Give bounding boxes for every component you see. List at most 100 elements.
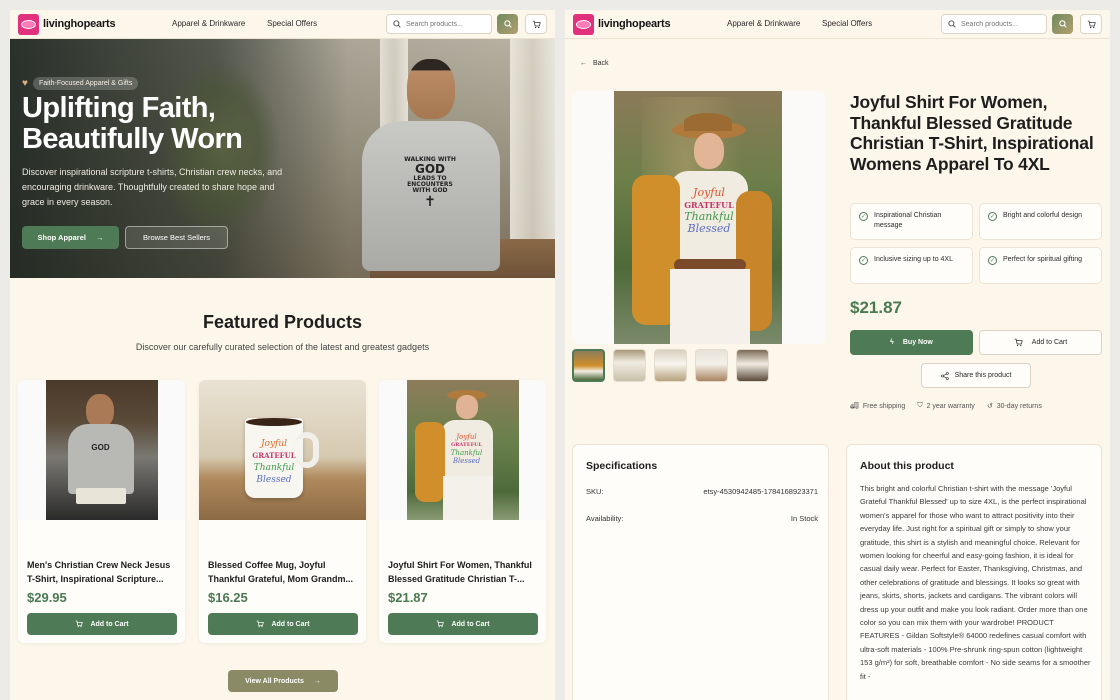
search-input[interactable] [961, 20, 1045, 28]
arrow-right-icon: → [95, 233, 104, 242]
product-title: Joyful Shirt For Women, Thankful Blessed… [850, 92, 1094, 174]
nav-link-apparel[interactable]: Apparel & Drinkware [172, 19, 245, 28]
back-label: Back [593, 60, 609, 67]
product-card[interactable]: Joyful GRATEFUL Thankful Blessed Blessed… [199, 380, 366, 643]
hero-badge-label: Faith-Focused Apparel & Gifts [32, 77, 139, 90]
arrow-right-icon: → [313, 677, 321, 685]
feature-label: Inspirational Christian message [874, 212, 942, 229]
nav-link-apparel[interactable]: Apparel & Drinkware [727, 19, 800, 28]
cart-icon [532, 20, 541, 28]
product-card[interactable]: GOD Men's Christian Crew Neck Jesus T-Sh… [18, 380, 185, 643]
product-photo: Joyful GRATEFUL Thankful Blessed [406, 380, 519, 520]
search-input[interactable] [406, 20, 490, 28]
product-price: $21.87 [388, 590, 428, 605]
cart-icon [257, 620, 265, 628]
thumbnail[interactable] [695, 349, 728, 382]
check-circle-icon: ✓ [988, 212, 997, 221]
free-shipping-badge: 🚚︎ Free shipping [850, 402, 905, 411]
cart-button[interactable] [525, 14, 547, 34]
cart-icon [1087, 20, 1096, 28]
search-box[interactable] [386, 14, 492, 34]
truck-icon: 🚚︎ [850, 403, 859, 410]
product-photo: Joyful GRATEFUL Thankful Blessed [199, 380, 366, 520]
cart-icon [437, 620, 445, 628]
shirt-word: Joyful [693, 186, 725, 199]
cart-icon [76, 620, 84, 628]
hero-description: Discover inspirational scripture t-shirt… [22, 167, 283, 207]
add-to-cart-button[interactable]: Add to Cart [27, 613, 177, 635]
search-button[interactable] [1052, 14, 1073, 34]
feature-label: Inclusive sizing up to 4XL [874, 256, 953, 263]
cart-button[interactable] [1080, 14, 1102, 34]
back-link[interactable]: ← Back [580, 60, 609, 67]
add-to-cart-button[interactable]: Add to Cart [388, 613, 538, 635]
spec-label: Availability: [586, 514, 624, 523]
brand-logo[interactable] [573, 14, 594, 35]
feature-item: ✓ Inspirational Christian message [850, 203, 973, 240]
thumbnail[interactable] [654, 349, 687, 382]
buy-now-label: Buy Now [902, 339, 933, 346]
specifications-title: Specifications [586, 460, 658, 472]
feature-item: ✓ Perfect for spiritual gifting [979, 247, 1102, 284]
about-description: This bright and colorful Christian t-shi… [860, 484, 1091, 681]
view-all-products-button[interactable]: View All Products → [228, 670, 338, 692]
product-image[interactable]: GOD [18, 380, 185, 520]
spec-value: In Stock [790, 514, 818, 523]
product-image[interactable]: Joyful GRATEFUL Thankful Blessed [199, 380, 366, 520]
thumbnail-strip [572, 349, 769, 382]
search-icon [1058, 20, 1067, 28]
shirt-print: Joyful GRATEFUL Thankful Blessed [672, 187, 746, 235]
brand-name[interactable]: livinghopearts [43, 18, 116, 30]
product-price: $21.87 [850, 298, 902, 317]
nav-link-special-offers[interactable]: Special Offers [822, 19, 872, 28]
product-price: $16.25 [208, 590, 248, 605]
hero-banner: WALKING WITH GOD LEADS TO ENCOUNTERS WIT… [10, 39, 555, 278]
featured-subtitle: Discover our carefully curated selection… [135, 342, 430, 352]
heart-icon: ♥ [22, 78, 28, 89]
trust-badges: 🚚︎ Free shipping ⛉ 2 year warranty ↺ 30-day… [850, 402, 1042, 410]
spec-label: SKU: [586, 487, 604, 496]
product-main-image[interactable]: Joyful GRATEFUL Thankful Blessed [572, 91, 825, 344]
thumbnail[interactable] [572, 349, 605, 382]
spec-row-sku: SKU: etsy-4530942485-1784168923371 [586, 487, 818, 496]
return-icon: ↺ [986, 403, 993, 410]
shop-apparel-label: Shop Apparel [37, 233, 86, 242]
lightning-icon: ϟ [890, 339, 894, 346]
add-to-cart-button[interactable]: Add to Cart [979, 330, 1102, 355]
navbar: livinghopearts Apparel & Drinkware Speci… [10, 10, 555, 39]
hero-badge: ♥ Faith-Focused Apparel & Gifts [22, 77, 139, 90]
buy-now-button[interactable]: ϟ Buy Now [850, 330, 973, 355]
browse-best-sellers-button[interactable]: Browse Best Sellers [125, 226, 228, 249]
nav-link-special-offers[interactable]: Special Offers [267, 19, 317, 28]
product-name[interactable]: Men's Christian Crew Neck Jesus T-Shirt,… [27, 558, 177, 586]
navbar: livinghopearts Apparel & Drinkware Speci… [565, 10, 1110, 39]
check-circle-icon: ✓ [859, 212, 868, 221]
product-page: livinghopearts Apparel & Drinkware Speci… [565, 10, 1110, 700]
share-button[interactable]: Share this product [921, 363, 1031, 388]
check-circle-icon: ✓ [859, 256, 868, 265]
feature-item: ✓ Bright and colorful design [979, 203, 1102, 240]
product-photo: Joyful GRATEFUL Thankful Blessed [614, 91, 782, 344]
product-name[interactable]: Blessed Coffee Mug, Joyful Thankful Grat… [208, 558, 358, 586]
product-card[interactable]: Joyful GRATEFUL Thankful Blessed Joyful Shi… [379, 380, 546, 643]
product-image[interactable]: Joyful GRATEFUL Thankful Blessed [379, 380, 546, 520]
about-title: About this product [860, 460, 954, 472]
shop-apparel-button[interactable]: Shop Apparel → [22, 226, 119, 249]
product-name[interactable]: Joyful Shirt For Women, Thankful Blessed… [388, 558, 538, 586]
thumbnail[interactable] [613, 349, 646, 382]
thumbnail[interactable] [736, 349, 769, 382]
hero-person-head [407, 59, 455, 119]
spec-value: etsy-4530942485-1784168923371 [703, 487, 818, 496]
featured-title: Featured Products [202, 312, 363, 332]
feature-label: Perfect for spiritual gifting [1003, 256, 1082, 263]
brand-name[interactable]: livinghopearts [598, 18, 671, 30]
hero-title: Uplifting Faith, Beautifully Worn [22, 92, 243, 155]
brand-logo[interactable] [18, 14, 39, 35]
feature-item: ✓ Inclusive sizing up to 4XL [850, 247, 973, 284]
search-box[interactable] [941, 14, 1047, 34]
search-button[interactable] [497, 14, 518, 34]
add-to-cart-button[interactable]: Add to Cart [208, 613, 358, 635]
add-to-cart-label: Add to Cart [451, 620, 490, 628]
badge-label: 2 year warranty [926, 402, 975, 410]
search-icon [393, 20, 401, 28]
